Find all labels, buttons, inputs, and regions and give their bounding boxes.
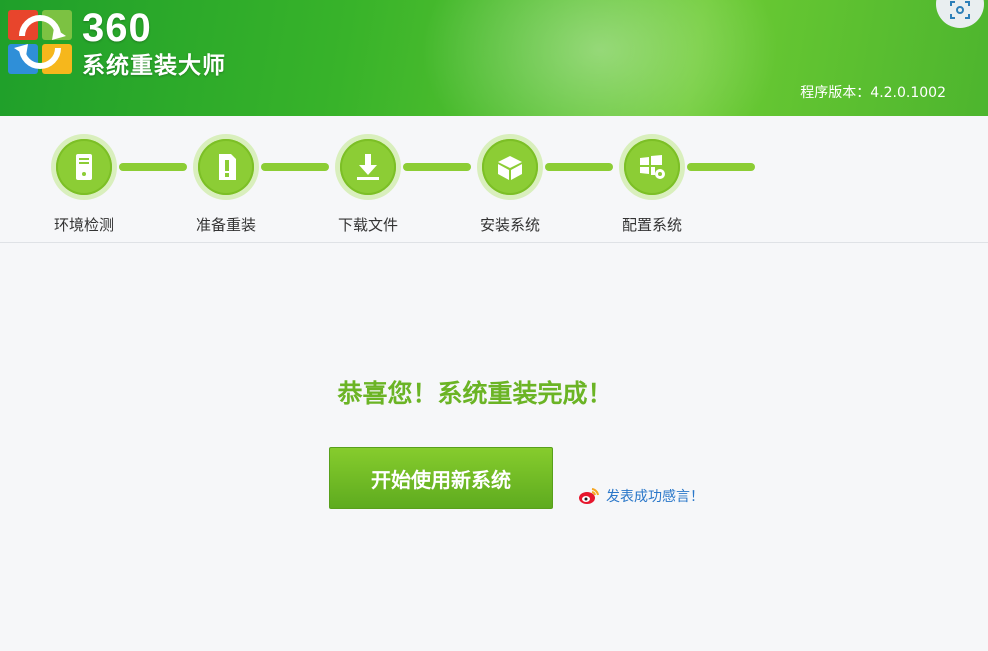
computer-tower-icon — [76, 154, 92, 180]
step-label: 环境检测 — [53, 216, 114, 234]
share-testimonial-link[interactable]: 发表成功感言！ — [578, 486, 704, 506]
progress-steps: 环境检测 准备重装 下载文件 安装系统 配置系统 — [0, 116, 988, 243]
header-glow — [420, 0, 780, 116]
step-download-files — [335, 134, 401, 200]
step-label: 安装系统 — [479, 216, 540, 234]
windows-settings-icon — [640, 155, 665, 179]
share-link-label: 发表成功感言！ — [606, 489, 704, 505]
brand-number: 360 — [82, 6, 152, 50]
download-icon — [357, 154, 379, 180]
step-connector — [119, 163, 187, 171]
step-environment-check — [51, 134, 117, 200]
screenshot-button[interactable] — [936, 0, 984, 28]
version-label: 程序版本：4.2.0.1002 — [800, 85, 946, 101]
step-label: 配置系统 — [621, 216, 682, 234]
step-prepare-reinstall — [193, 134, 259, 200]
start-new-system-button[interactable]: 开始使用新系统 — [329, 447, 553, 509]
step-connector — [403, 163, 471, 171]
weibo-icon — [579, 488, 599, 504]
step-connector — [545, 163, 613, 171]
step-install-system — [477, 134, 543, 200]
step-connector — [687, 163, 755, 171]
step-label: 准备重装 — [195, 216, 256, 234]
document-alert-icon — [219, 154, 236, 180]
app-header: 360 系统重装大师 程序版本：4.2.0.1002 — [0, 0, 988, 116]
app-title: 系统重装大师 — [82, 53, 226, 79]
success-message: 恭喜您！系统重装完成！ — [337, 379, 613, 408]
step-configure-system — [619, 134, 685, 200]
package-icon — [498, 156, 522, 180]
lens-icon — [950, 1, 970, 19]
step-connector — [261, 163, 329, 171]
step-label: 下载文件 — [337, 216, 398, 234]
360-logo-icon — [8, 10, 72, 74]
